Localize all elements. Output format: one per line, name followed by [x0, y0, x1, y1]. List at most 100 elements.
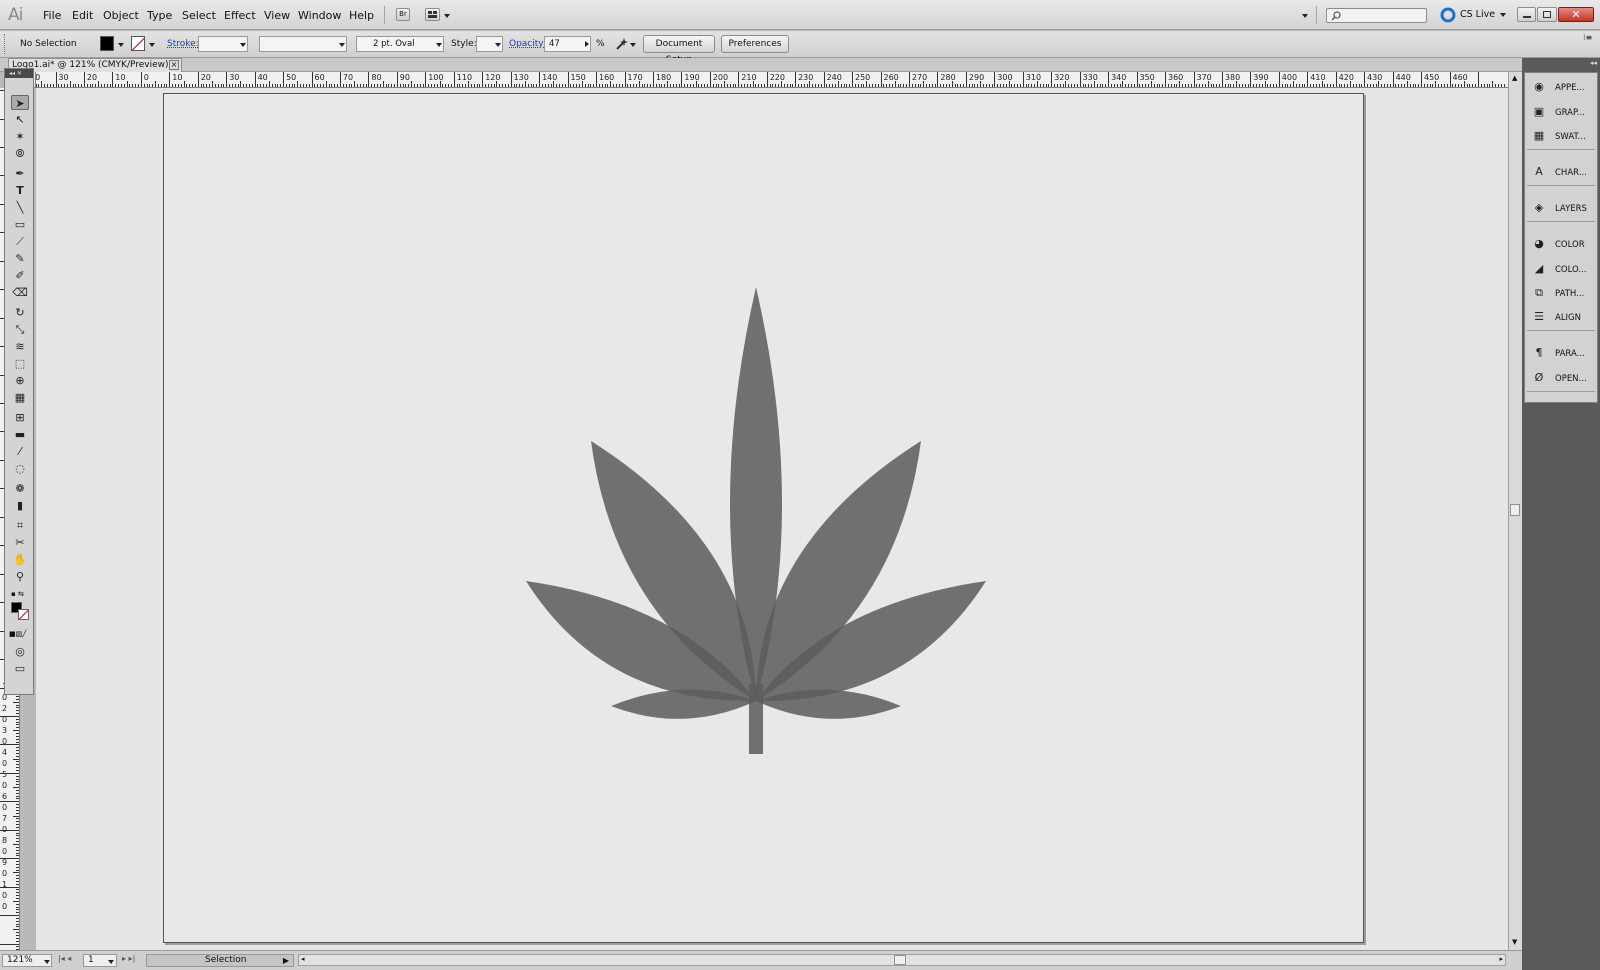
mesh-tool-icon[interactable]: ⊞ — [11, 410, 29, 425]
search-field[interactable] — [1326, 8, 1427, 23]
panel-appe[interactable]: ◉ APPE... — [1525, 77, 1597, 99]
panel-align[interactable]: ☰ ALIGN — [1525, 307, 1597, 329]
search-input[interactable] — [1342, 10, 1422, 21]
stroke-dropdown-arrow[interactable] — [149, 43, 155, 47]
menu-object[interactable]: Object — [103, 9, 139, 22]
direct-selection-tool-icon[interactable]: ↖ — [11, 112, 29, 127]
magic-wand-tool-icon[interactable]: ✶ — [11, 129, 29, 144]
panel-grap[interactable]: ▣ GRAP... — [1525, 102, 1597, 124]
warp-tool-icon[interactable]: ≋ — [11, 339, 29, 354]
horizontal-scroll-thumb[interactable] — [894, 955, 906, 965]
dock-collapse-icon[interactable]: ◂◂ — [1590, 59, 1597, 67]
rotate-tool-icon[interactable]: ↻ — [11, 305, 29, 320]
fill-dropdown-arrow[interactable] — [118, 43, 124, 47]
status-tool-field[interactable]: Selection ▶ — [146, 954, 294, 967]
pen-tool-icon[interactable]: ✒ — [11, 166, 29, 181]
scroll-up-arrow[interactable]: ▲ — [1512, 74, 1517, 82]
menu-file[interactable]: File — [43, 9, 61, 22]
menu-help[interactable]: Help — [349, 9, 374, 22]
type-tool-icon[interactable]: T — [11, 183, 29, 198]
blob-brush-tool-icon[interactable]: ✐ — [11, 268, 29, 283]
zoom-dropdown-arrow[interactable] — [44, 960, 50, 964]
default-colors-icon[interactable]: ▪ ⇆ — [11, 590, 29, 598]
stroke-color-icon[interactable] — [18, 609, 29, 620]
vertical-scroll-thumb[interactable] — [1510, 504, 1520, 516]
document-tab[interactable]: Logo1.ai* @ 121% (CMYK/Preview) × — [8, 58, 182, 72]
bridge-button[interactable]: Br — [396, 8, 410, 21]
menu-view[interactable]: View — [264, 9, 290, 22]
scale-tool-icon[interactable]: ⤡ — [11, 322, 29, 337]
tools-panel-header[interactable]: ◂◂ ✕ — [5, 69, 33, 78]
scroll-down-arrow[interactable]: ▼ — [1512, 938, 1517, 946]
panel-char[interactable]: A CHAR... — [1525, 162, 1597, 184]
document-tab-close-button[interactable]: × — [169, 60, 179, 70]
artboard-dropdown-arrow[interactable] — [108, 960, 114, 964]
recolor-artwork-icon[interactable] — [614, 36, 630, 52]
control-grip[interactable] — [4, 34, 7, 54]
menu-select[interactable]: Select — [182, 9, 216, 22]
eraser-tool-icon[interactable]: ⌫ — [11, 285, 29, 300]
status-menu-arrow[interactable]: ▶ — [283, 955, 289, 966]
arrange-dropdown-arrow[interactable] — [444, 14, 450, 18]
preferences-button[interactable]: Preferences — [721, 35, 789, 53]
selection-tool-icon[interactable]: ➤ — [11, 95, 29, 110]
document-setup-button[interactable]: Document Setup — [643, 35, 715, 65]
panel-color[interactable]: ◕ COLOR — [1525, 234, 1597, 256]
panel-swat[interactable]: ▦ SWAT... — [1525, 126, 1597, 148]
scroll-right-arrow[interactable]: ▸ — [1499, 955, 1503, 963]
opacity-slider-arrow[interactable] — [585, 41, 589, 47]
panel-open[interactable]: Ø OPEN... — [1525, 368, 1597, 390]
cs-live-dropdown-arrow[interactable] — [1500, 13, 1506, 17]
menu-type[interactable]: Type — [147, 9, 172, 22]
restore-button[interactable] — [1537, 7, 1557, 22]
control-panel-menu-icon[interactable]: ⁝≡ — [1583, 33, 1592, 42]
slice-tool-icon[interactable]: ✂ — [11, 535, 29, 550]
hand-tool-icon[interactable]: ✋ — [11, 552, 29, 567]
stroke-label[interactable]: Stroke: — [167, 39, 199, 49]
horizontal-scrollbar[interactable]: ◂ ▸ — [298, 954, 1506, 966]
blend-tool-icon[interactable]: ◌ — [11, 461, 29, 476]
workspace-dropdown-arrow[interactable] — [1302, 14, 1308, 18]
symbol-sprayer-tool-icon[interactable]: ❁ — [11, 481, 29, 496]
menu-effect[interactable]: Effect — [224, 9, 256, 22]
paintbrush-tool-icon[interactable]: ⟋ — [11, 234, 29, 249]
panel-colo[interactable]: ◢ COLO... — [1525, 259, 1597, 281]
color-mode-icons[interactable]: ■▨╱ — [9, 630, 31, 638]
menu-window[interactable]: Window — [298, 9, 341, 22]
panel-layers[interactable]: ◈ LAYERS — [1525, 198, 1597, 220]
free-transform-tool-icon[interactable]: ⬚ — [11, 356, 29, 371]
panel-para[interactable]: ¶ PARA... — [1525, 343, 1597, 365]
shape-builder-tool-icon[interactable]: ⊕ — [11, 373, 29, 388]
lasso-tool-icon[interactable]: ⦾ — [11, 146, 29, 161]
artboard-tool-icon[interactable]: ⌗ — [11, 518, 29, 533]
drawing-mode-icon[interactable]: ◎ — [11, 644, 29, 659]
recolor-dropdown-arrow[interactable] — [630, 43, 636, 47]
perspective-grid-tool-icon[interactable]: ▦ — [11, 390, 29, 405]
eyedropper-tool-icon[interactable]: ⁄ — [11, 444, 29, 459]
variable-width-field[interactable] — [259, 36, 347, 52]
menu-edit[interactable]: Edit — [72, 9, 93, 22]
screen-mode-icon[interactable]: ▭ — [11, 661, 29, 676]
opacity-field[interactable]: 47 — [544, 36, 591, 52]
fill-swatch[interactable] — [100, 36, 114, 51]
artboard[interactable] — [163, 93, 1364, 943]
first-artboard-button[interactable]: |◂ ◂ — [58, 954, 71, 963]
opacity-label[interactable]: Opacity: — [509, 39, 546, 49]
style-dropdown-arrow[interactable] — [495, 43, 501, 47]
variable-width-dropdown-arrow[interactable] — [339, 43, 345, 47]
minimize-button[interactable] — [1517, 7, 1536, 22]
brush-field[interactable]: 2 pt. Oval — [356, 36, 444, 52]
rectangle-tool-icon[interactable]: ▭ — [11, 217, 29, 232]
next-artboard-button[interactable]: ▸ ▸| — [122, 954, 135, 963]
panel-path[interactable]: ⧉ PATH... — [1525, 283, 1597, 305]
zoom-tool-icon[interactable]: ⚲ — [11, 569, 29, 584]
gradient-tool-icon[interactable]: ▬ — [11, 427, 29, 442]
vertical-scrollbar[interactable]: ▲ ▼ — [1508, 72, 1522, 950]
line-tool-icon[interactable]: ╲ — [11, 200, 29, 215]
leaf-artwork[interactable] — [164, 94, 1365, 944]
stroke-weight-dropdown-arrow[interactable] — [240, 43, 246, 47]
stroke-swatch[interactable] — [131, 36, 145, 51]
arrange-documents-icon[interactable] — [425, 8, 440, 21]
brush-dropdown-arrow[interactable] — [436, 43, 442, 47]
graph-tool-icon[interactable]: ▮ — [11, 498, 29, 513]
